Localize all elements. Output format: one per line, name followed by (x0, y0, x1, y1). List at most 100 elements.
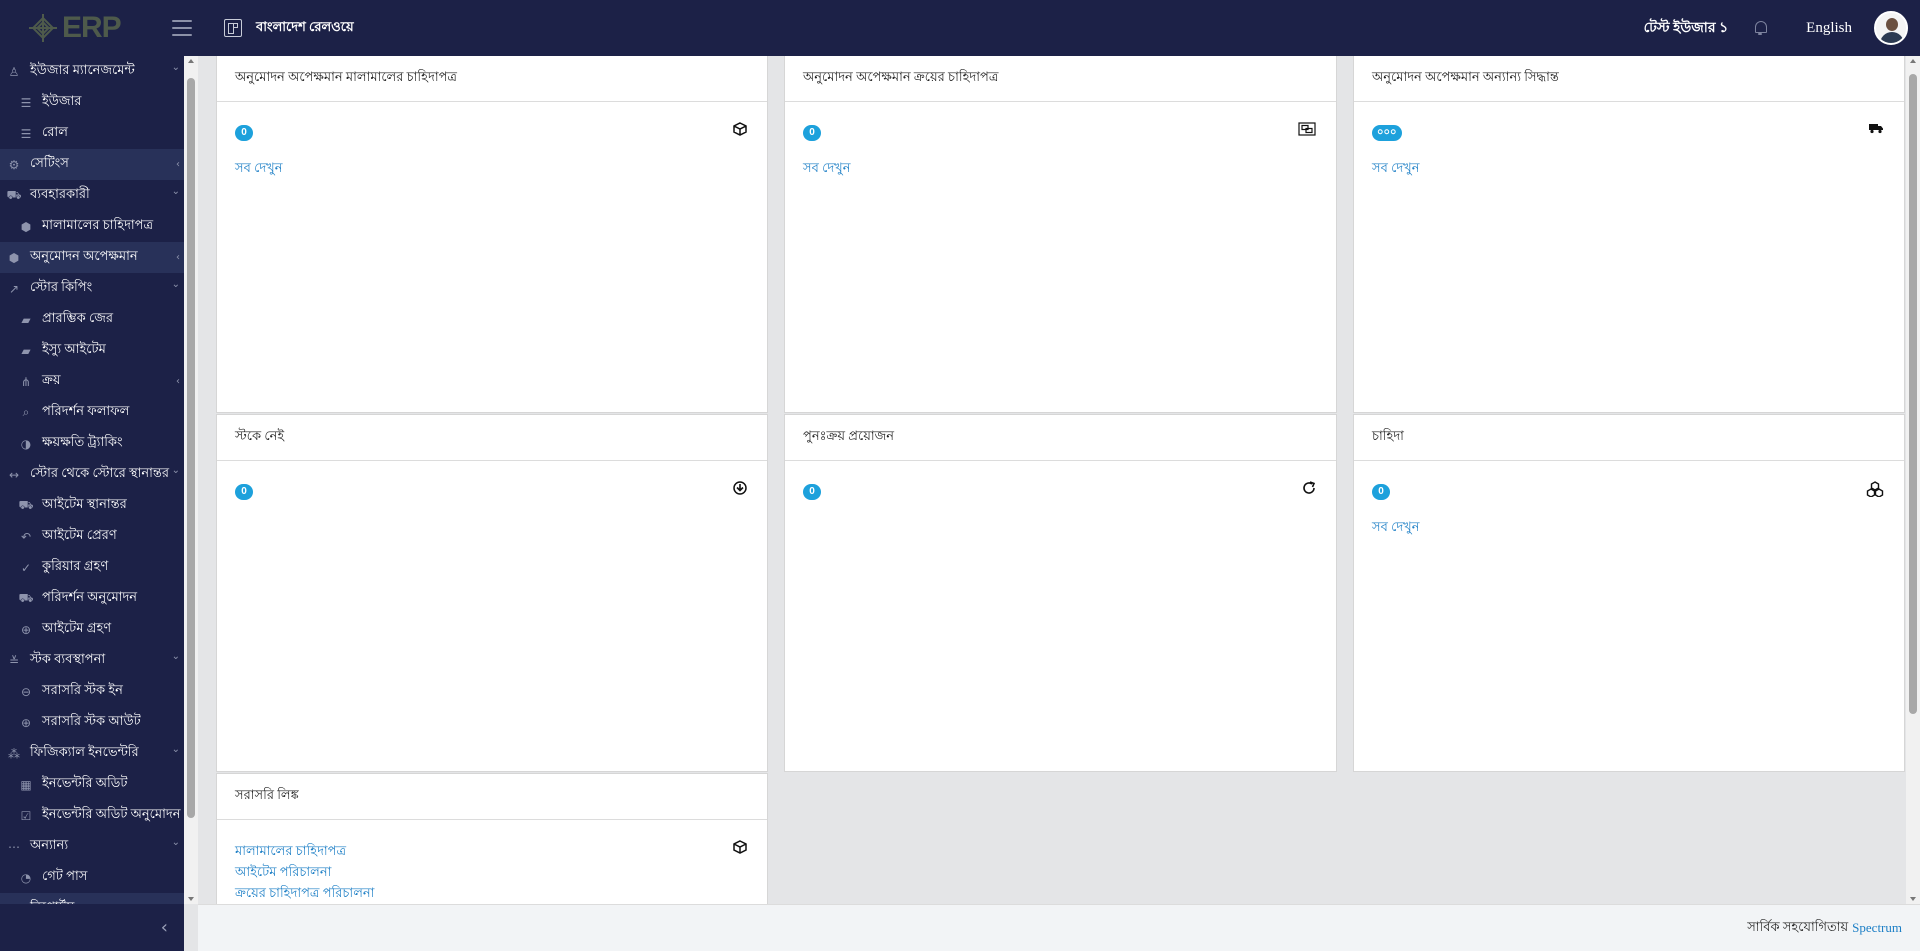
sidebar-item-label: ইউজার (42, 93, 82, 108)
sidebar-item[interactable]: ▦ ইনভেন্টরি অডিট (0, 769, 184, 800)
quick-link-item-management[interactable]: আইটেম পরিচালনা (235, 861, 749, 882)
chevron-left-icon: ‹ (176, 252, 180, 263)
sidebar-item[interactable]: ☰ রোল (0, 118, 184, 149)
list-icon: ☰ (20, 95, 32, 110)
see-all-link[interactable]: সব দেখুন (1372, 518, 1886, 539)
scroll-down-icon[interactable] (188, 897, 194, 901)
bell-icon[interactable] (1754, 21, 1768, 35)
sidebar-item-label: ব্যবহারকারী (30, 186, 90, 201)
check-square-icon: ☑ (20, 808, 32, 823)
sidebar-item[interactable]: ◑ ক্ষয়ক্ষতি ট্র্যাকিং (0, 428, 184, 459)
scrollbar-thumb[interactable] (1909, 74, 1917, 714)
cubes-icon: ⁂ (8, 746, 20, 761)
count-badge: 0 (235, 484, 253, 500)
sidebar-item-label: আইটেম গ্রহণ (42, 620, 112, 635)
sidebar-item[interactable]: ⛟ পরিদর্শন অনুমোদন (0, 583, 184, 614)
sidebar-item-label: স্টোর থেকে স্টোরে স্থানান্তর (30, 465, 169, 480)
sidebar-menu: ♙ ইউজার ম্যানেজমেন্ট ⌄ ☰ ইউজার ☰ রোল ⚙ সেটিংস ‹ ⛟ ব… (0, 56, 184, 904)
sidebar-item[interactable]: ⚙ সেটিংস ‹ (0, 149, 184, 180)
language-switch[interactable]: English (1806, 20, 1852, 37)
truck-icon (1868, 122, 1884, 138)
half-circle-icon: ◑ (20, 436, 32, 451)
card-title: অনুমোদন অপেক্ষমান মালামালের চাহিদাপত্র (217, 56, 767, 102)
organization-name: বাংলাদেশ রেলওয়ে (256, 18, 354, 34)
sidebar-item[interactable]: ▭রিপোর্টস‹ (0, 893, 184, 904)
chevron-down-icon: ⌄ (171, 279, 180, 290)
logo-text: ERP (62, 11, 122, 44)
sidebar-item-label: ইউজার ম্যানেজমেন্ট (30, 62, 135, 77)
card-reorder: পুনঃক্রয় প্রয়োজন 0 (784, 414, 1337, 772)
user-name[interactable]: টেস্ট ইউজার ১ (1644, 16, 1729, 40)
page-footer: সার্বিক সহযোগিতায় Spectrum (198, 904, 1920, 951)
sidebar-item[interactable]: ⬢ মালামালের চাহিদাপত্র (0, 211, 184, 242)
sidebar-item[interactable]: ↗ স্টোর কিপিং ⌄ (0, 273, 184, 304)
brand[interactable]: ERP (0, 0, 184, 56)
folder-open-icon: ▰ (21, 312, 31, 327)
search-icon: ⌕ (22, 405, 30, 419)
object-group-icon (1298, 122, 1316, 140)
count-badge: ০০০ (1372, 125, 1402, 141)
sidebar-item[interactable]: ↔ স্টোর থেকে স্টোরে স্থানান্তর ⌄ (0, 459, 184, 490)
collapse-sidebar-icon[interactable]: ‹ (153, 913, 176, 942)
sidebar-item[interactable]: ▰ ইস্যু আইটেম (0, 335, 184, 366)
footer-credit-link[interactable]: Spectrum (1852, 920, 1902, 936)
sidebar-item[interactable]: ↶ আইটেম প্রেরণ (0, 521, 184, 552)
scroll-down-icon[interactable] (1910, 897, 1916, 901)
user-icon: ♙ (8, 64, 20, 79)
sidebar-item[interactable]: ⋔ ক্রয় ‹ (0, 366, 184, 397)
arrows-h-icon: ↔ (8, 467, 20, 482)
sidebar-item[interactable]: ☑ ইনভেন্টরি অডিট অনুমোদন (0, 800, 184, 831)
chevron-down-icon: ⌄ (171, 837, 180, 848)
building-icon (224, 19, 242, 37)
cube-icon (733, 840, 747, 858)
sidebar-item[interactable]: ⊖ সরাসরি স্টক ইন (0, 676, 184, 707)
avatar[interactable] (1874, 11, 1908, 45)
sidebar-item[interactable]: ⊕ সরাসরি স্টক আউট (0, 707, 184, 738)
menu-toggle-icon[interactable] (172, 20, 192, 36)
check-icon: ✓ (20, 560, 32, 575)
sidebar-item-label: আইটেম স্থানান্তর (42, 496, 127, 511)
quick-link-requisition[interactable]: মালামালের চাহিদাপত্র (235, 840, 749, 861)
sidebar: ♙ ইউজার ম্যানেজমেন্ট ⌄ ☰ ইউজার ☰ রোল ⚙ সেটিংস ‹ ⛟ ব… (0, 56, 184, 951)
sidebar-item-label: প্রারম্ভিক জের (42, 310, 114, 325)
sidebar-item[interactable]: ⬢ অনুমোদন অপেক্ষমান ‹ (0, 242, 184, 273)
sidebar-item-label: মালামালের চাহিদাপত্র (42, 217, 154, 232)
box-icon: ⬢ (20, 219, 32, 234)
see-all-link[interactable]: সব দেখুন (1372, 159, 1886, 180)
cart-arrow-icon: ⛟ (18, 590, 34, 605)
sidebar-item-label: ইনভেন্টরি অডিট অনুমোদন (42, 806, 181, 821)
sidebar-item[interactable]: ▰ প্রারম্ভিক জের (0, 304, 184, 335)
sidebar-scrollbar[interactable] (184, 56, 198, 904)
sidebar-item[interactable]: ☰ ইউজার (0, 87, 184, 118)
sidebar-item[interactable]: ≚ স্টক ব্যবস্থাপনা ⌄ (0, 645, 184, 676)
sidebar-item-label: পরিদর্শন ফলাফল (42, 403, 130, 418)
arrow-circle-up-icon: ⊕ (20, 715, 32, 730)
scrollbar-thumb[interactable] (187, 78, 195, 818)
card-title: অনুমোদন অপেক্ষমান ক্রয়ের চাহিদাপত্র (785, 56, 1336, 102)
main-scrollbar[interactable] (1906, 56, 1920, 904)
cart-icon: ⛟ (6, 187, 22, 202)
card-title: স্টকে নেই (217, 415, 767, 461)
see-all-link[interactable]: সব দেখুন (235, 159, 749, 180)
sidebar-item[interactable]: ✓ কুরিয়ার গ্রহণ (0, 552, 184, 583)
sidebar-item-label: ফিজিক্যাল ইনভেন্টরি (30, 744, 139, 759)
sidebar-item[interactable]: ♙ ইউজার ম্যানেজমেন্ট ⌄ (0, 56, 184, 87)
sidebar-item[interactable]: ⛟ আইটেম স্থানান্তর (0, 490, 184, 521)
scroll-up-icon[interactable] (1910, 59, 1916, 63)
scroll-up-icon[interactable] (188, 59, 194, 63)
top-navbar: ERP বাংলাদেশ রেলওয়ে টেস্ট ইউজার ১ Engli… (0, 0, 1920, 56)
sidebar-item[interactable]: ⛟ ব্যবহারকারী ⌄ (0, 180, 184, 211)
sidebar-item[interactable]: ⋯ অন্যান্য ⌄ (0, 831, 184, 862)
quick-link-purchase-requisition[interactable]: ক্রয়ের চাহিদাপত্র পরিচালনা (235, 882, 749, 903)
sidebar-item[interactable]: ⊕ আইটেম গ্রহণ (0, 614, 184, 645)
see-all-link[interactable]: সব দেখুন (803, 159, 1318, 180)
sidebar-item[interactable]: ⁂ ফিজিক্যাল ইনভেন্টরি ⌄ (0, 738, 184, 769)
app-root: ERP বাংলাদেশ রেলওয়ে টেস্ট ইউজার ১ Engli… (0, 0, 1920, 951)
sidebar-item[interactable]: ⌕ পরিদর্শন ফলাফল (0, 397, 184, 428)
count-badge: 0 (1372, 484, 1390, 500)
card-pending-purchase: অনুমোদন অপেক্ষমান ক্রয়ের চাহিদাপত্র 0 স… (784, 56, 1337, 413)
chevron-down-icon: ⌄ (171, 62, 180, 73)
logo-icon (26, 11, 60, 45)
dashboard-main: অনুমোদন অপেক্ষমান মালামালের চাহিদাপত্র 0… (198, 56, 1906, 904)
sidebar-item[interactable]: ◔ গেট পাস (0, 862, 184, 893)
